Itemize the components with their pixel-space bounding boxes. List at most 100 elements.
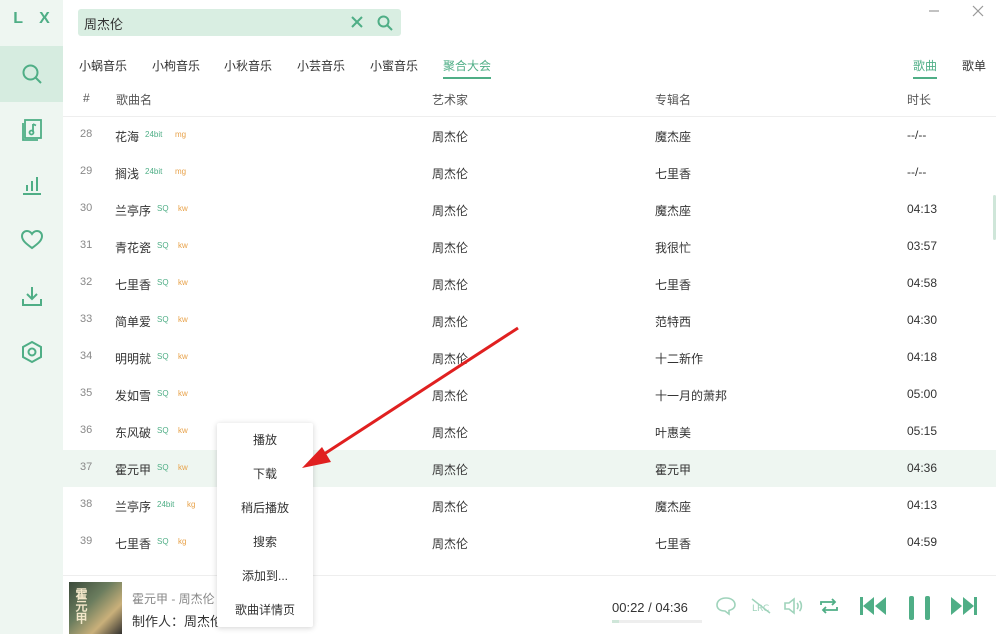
table-row[interactable]: 30 兰亭序 SQ kw 周杰伦 魔杰座 04:13	[63, 191, 996, 228]
row-artist: 周杰伦	[432, 241, 469, 255]
player-song-title: 霍元甲 - 周杰伦	[132, 592, 215, 606]
menu-item-song-details[interactable]: 歌曲详情页	[217, 593, 313, 627]
row-num: 31	[80, 239, 93, 251]
minimize-button[interactable]	[924, 4, 944, 18]
repeat-icon	[820, 598, 838, 614]
table-row[interactable]: 31 青花瓷 SQ kw 周杰伦 我很忙 03:57	[63, 228, 996, 265]
sidebar-item-favorites[interactable]	[0, 212, 63, 268]
search-button[interactable]	[375, 13, 395, 33]
tab-playlists[interactable]: 歌单	[962, 57, 986, 74]
sidebar-item-song-list[interactable]	[0, 101, 63, 157]
previous-button[interactable]	[858, 594, 888, 618]
comment-button[interactable]	[715, 596, 737, 616]
sidebar: L X	[0, 0, 63, 634]
pause-button[interactable]	[906, 594, 934, 622]
lyrics-button[interactable]: LRC	[750, 596, 772, 616]
search-icon	[377, 15, 393, 31]
table-row[interactable]: 28 花海 24bit mg 周杰伦 魔杰座 --/--	[63, 117, 996, 154]
row-song-name: 花海	[115, 130, 140, 144]
row-song-name: 七里香	[115, 278, 152, 292]
row-quality-badge: 24bit	[145, 167, 163, 176]
row-artist: 周杰伦	[432, 500, 469, 514]
row-duration: 05:15	[907, 424, 938, 438]
album-cover[interactable]: 霍元甲	[69, 582, 122, 634]
row-album: 魔杰座	[655, 130, 692, 144]
row-source-badge: kg	[178, 537, 187, 546]
menu-item-play-later[interactable]: 稍后播放	[217, 491, 313, 525]
app-logo: L X	[13, 10, 56, 27]
table-row[interactable]: 32 七里香 SQ kw 周杰伦 七里香 04:58	[63, 265, 996, 302]
row-source-badge: kw	[178, 463, 188, 472]
volume-button[interactable]	[783, 596, 805, 616]
search-input[interactable]: 周杰伦	[84, 14, 123, 33]
row-num: 39	[80, 535, 93, 547]
header-name: 歌曲名	[116, 93, 153, 107]
row-song-name: 青花瓷	[115, 241, 152, 255]
row-artist: 周杰伦	[432, 537, 469, 551]
repeat-mode-button[interactable]	[818, 596, 840, 616]
table-row[interactable]: 33 简单爱 SQ kw 周杰伦 范特西 04:30	[63, 302, 996, 339]
row-artist: 周杰伦	[432, 463, 469, 477]
row-source-badge: kg	[187, 500, 196, 509]
table-row[interactable]: 34 明明就 SQ kw 周杰伦 十二新作 04:18	[63, 339, 996, 376]
progress-bar[interactable]	[612, 620, 702, 623]
menu-item-search[interactable]: 搜索	[217, 525, 313, 559]
tab-source-aggregate[interactable]: 聚合大会	[443, 57, 492, 79]
row-album: 七里香	[655, 278, 692, 292]
table-row[interactable]: 39 七里香 SQ kg 周杰伦 七里香 04:59	[63, 524, 996, 561]
row-num: 29	[80, 165, 93, 177]
row-duration: 04:13	[907, 202, 938, 216]
progress-fill	[612, 620, 620, 623]
table-row[interactable]: 38 兰亭序 24bit kg 周杰伦 魔杰座 04:13	[63, 487, 996, 524]
row-album: 范特西	[655, 315, 692, 329]
row-quality-badge: SQ	[157, 389, 169, 398]
table-row[interactable]: 37 霍元甲 SQ kw 周杰伦 霍元甲 04:36	[63, 450, 996, 487]
row-duration: 04:59	[907, 535, 938, 549]
row-source-badge: kw	[178, 204, 188, 213]
tab-source-2[interactable]: 小枸音乐	[152, 57, 200, 74]
row-artist: 周杰伦	[432, 278, 469, 292]
row-quality-badge: SQ	[157, 426, 169, 435]
row-album: 霍元甲	[655, 463, 692, 477]
next-button[interactable]	[949, 594, 979, 618]
row-artist: 周杰伦	[432, 130, 469, 144]
row-artist: 周杰伦	[432, 389, 469, 403]
row-artist: 周杰伦	[432, 426, 469, 440]
tab-source-1[interactable]: 小蜗音乐	[79, 57, 127, 74]
row-duration: --/--	[907, 128, 927, 142]
row-quality-badge: SQ	[157, 204, 169, 213]
row-duration: --/--	[907, 165, 927, 179]
row-source-badge: kw	[178, 389, 188, 398]
close-icon	[972, 5, 984, 17]
row-song-name: 七里香	[115, 537, 152, 551]
row-album: 叶惠美	[655, 426, 692, 440]
sidebar-item-settings[interactable]	[0, 324, 63, 380]
table-row[interactable]: 35 发如雪 SQ kw 周杰伦 十一月的萧邦 05:00	[63, 376, 996, 413]
menu-item-play[interactable]: 播放	[217, 423, 313, 457]
sidebar-item-download[interactable]	[0, 268, 63, 324]
row-source-badge: kw	[178, 315, 188, 324]
row-song-name: 霍元甲	[115, 463, 152, 477]
row-song-name: 兰亭序	[115, 204, 152, 218]
tab-songs[interactable]: 歌曲	[913, 57, 938, 79]
sidebar-item-leaderboard[interactable]	[0, 157, 63, 213]
row-num: 38	[80, 498, 93, 510]
menu-item-download[interactable]: 下载	[217, 457, 313, 491]
row-source-badge: kw	[178, 426, 188, 435]
player-lyric-line: 制作人：周杰伦	[132, 614, 224, 629]
table-row[interactable]: 29 搁浅 24bit mg 周杰伦 七里香 --/--	[63, 154, 996, 191]
row-artist: 周杰伦	[432, 352, 469, 366]
tab-source-3[interactable]: 小秋音乐	[224, 57, 272, 74]
close-window-button[interactable]	[968, 4, 988, 18]
tab-source-4[interactable]: 小芸音乐	[297, 57, 345, 74]
table-row[interactable]: 36 东风破 SQ kw 周杰伦 叶惠美 05:15	[63, 413, 996, 450]
header-num: #	[83, 91, 90, 105]
row-num: 34	[80, 350, 93, 362]
menu-item-add-to[interactable]: 添加到...	[217, 559, 313, 593]
row-duration: 04:58	[907, 276, 938, 290]
tab-source-5[interactable]: 小蜜音乐	[370, 57, 418, 74]
row-quality-badge: 24bit	[157, 500, 175, 509]
heart-icon	[20, 229, 43, 250]
sidebar-item-search[interactable]	[0, 46, 63, 102]
clear-search-button[interactable]	[348, 13, 366, 31]
